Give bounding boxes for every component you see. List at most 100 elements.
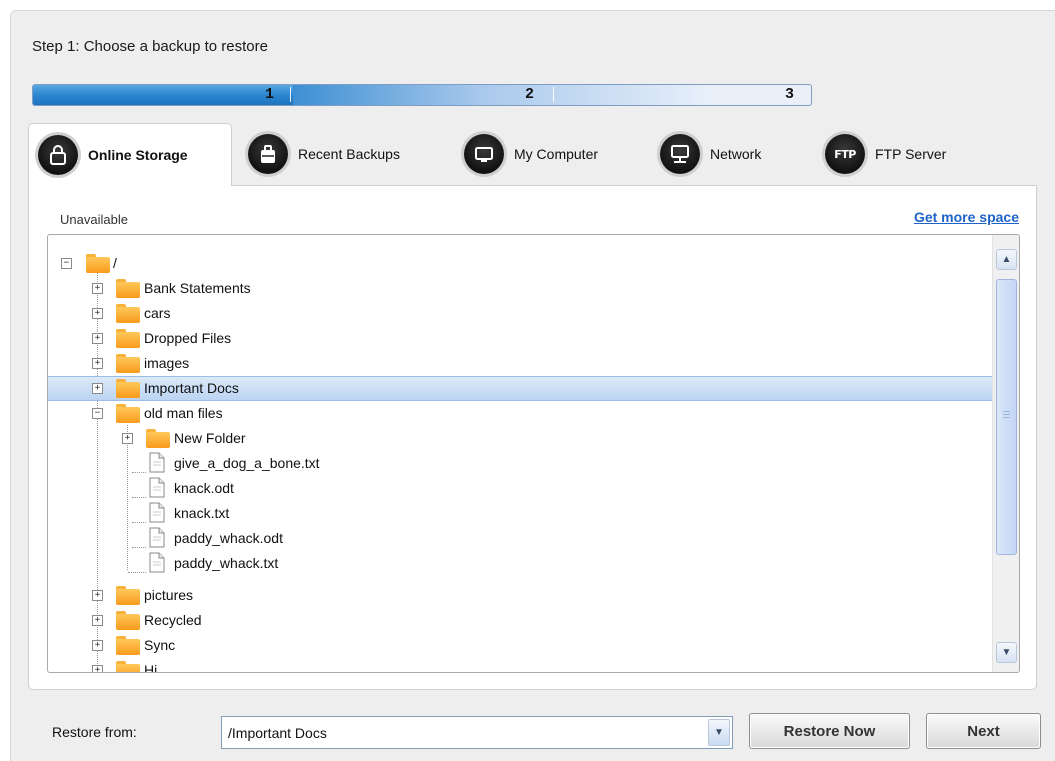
tab-my-computer[interactable]: My Computer [464,123,598,185]
tree-item-label: Important Docs [144,380,239,396]
restore-from-select[interactable]: /Important Docs ▼ [221,716,733,749]
tab-label: FTP Server [875,146,947,162]
folder-tree-viewport: − / + Bank Statements + cars + Dropped F… [48,235,993,672]
scrollbar-thumb[interactable] [996,279,1017,555]
tree-item-label: Recycled [144,612,202,628]
expand-icon[interactable]: + [92,383,103,394]
tree-root[interactable]: − / [48,251,993,276]
folder-icon [116,302,140,323]
expand-icon[interactable]: + [92,358,103,369]
step-title: Step 1: Choose a backup to restore [32,38,268,55]
folder-icon [116,609,140,630]
tree-item-label: pictures [144,587,194,603]
folder-icon [116,584,140,605]
progress-fill [33,85,293,105]
collapse-icon[interactable]: − [61,258,72,269]
step-2-number: 2 [525,86,535,103]
tree-item-recycled[interactable]: + Recycled [48,608,993,633]
tree-item-new-folder[interactable]: + New Folder [48,426,993,451]
tree-item-dropped-files[interactable]: + Dropped Files [48,326,993,351]
tree-item-important-docs[interactable]: + Important Docs [48,376,993,401]
expand-icon[interactable]: + [122,433,133,444]
tab-online-storage[interactable]: Online Storage [28,123,232,186]
scroll-up-icon[interactable]: ▲ [996,249,1017,270]
tree-item-pictures[interactable]: + pictures [48,583,993,608]
folder-icon [116,377,140,398]
tree-item-label: give_a_dog_a_bone.txt [174,455,320,471]
lock-icon [38,135,78,175]
source-tabs: Online Storage Recent Backups My Compute… [28,123,1028,186]
expand-icon[interactable]: + [92,665,103,672]
tree-item-file[interactable]: paddy_whack.odt [48,526,993,551]
tab-network[interactable]: Network [660,123,761,185]
network-monitor-icon [660,134,700,174]
tree-item-cars[interactable]: + cars [48,301,993,326]
expand-icon[interactable]: + [92,615,103,626]
storage-status: Unavailable [60,212,128,227]
folder-icon [116,634,140,655]
tree-item-label: paddy_whack.txt [174,555,279,571]
tree-item-label: paddy_whack.odt [174,530,283,546]
tree-item-old-man-files[interactable]: − old man files [48,401,993,426]
briefcase-icon [248,134,288,174]
tree-item-label: old man files [144,405,223,421]
step-separator [290,87,291,102]
folder-icon [86,252,110,273]
tree-item-label: Bank Statements [144,280,251,296]
monitor-icon [464,134,504,174]
folder-icon [116,402,140,423]
tree-item-images[interactable]: + images [48,351,993,376]
expand-icon[interactable]: + [92,590,103,601]
step-3-number: 3 [785,86,795,103]
document-icon [149,477,165,498]
expand-icon[interactable]: + [92,308,103,319]
tab-recent-backups[interactable]: Recent Backups [248,123,400,185]
restore-now-button[interactable]: Restore Now [749,713,910,749]
expand-icon[interactable]: + [92,640,103,651]
next-button[interactable]: Next [926,713,1041,749]
tab-label: Online Storage [88,147,188,163]
tab-ftp-server[interactable]: FTP FTP Server [825,123,946,185]
tree-item-bank-statements[interactable]: + Bank Statements [48,276,993,301]
folder-icon [116,277,140,298]
tree-item-label: New Folder [174,430,246,446]
folder-icon [116,659,140,672]
folder-icon [146,427,170,448]
tree-item-label: cars [144,305,171,321]
step-1-number: 1 [265,86,275,103]
folder-icon [116,352,140,373]
document-icon [149,552,165,573]
tree-item-label: Hi... [144,662,169,672]
document-icon [149,452,165,473]
collapse-icon[interactable]: − [92,408,103,419]
tree-item-label: Dropped Files [144,330,232,346]
step-progress-bar: 1 2 3 [32,84,812,106]
vertical-scrollbar[interactable]: ▲ ▼ [992,235,1019,672]
tree-item-file[interactable]: knack.txt [48,501,993,526]
ftp-icon-text: FTP [834,147,856,161]
document-icon [149,502,165,523]
tree-item-file[interactable]: knack.odt [48,476,993,501]
tree-item-label: / [113,255,117,271]
chevron-down-icon[interactable]: ▼ [708,719,730,746]
tab-label: My Computer [514,146,599,162]
scroll-down-icon[interactable]: ▼ [996,642,1017,663]
document-icon [149,527,165,548]
tree-item-label: images [144,355,190,371]
tab-label: Recent Backups [298,146,400,162]
progress-fade [293,85,713,105]
ftp-icon: FTP [825,134,865,174]
folder-icon [116,327,140,348]
tree-item-label: knack.txt [174,505,230,521]
tree-item-file[interactable]: give_a_dog_a_bone.txt [48,451,993,476]
tree-item-file[interactable]: paddy_whack.txt [48,551,993,576]
tree-item-partial[interactable]: + Hi... [48,658,993,672]
get-more-space-link[interactable]: Get more space [914,209,1019,225]
restore-from-value: /Important Docs [228,725,327,741]
restore-from-label: Restore from: [52,724,137,740]
tree-item-label: knack.odt [174,480,234,496]
expand-icon[interactable]: + [92,333,103,344]
expand-icon[interactable]: + [92,283,103,294]
folder-tree[interactable]: − / + Bank Statements + cars + Dropped F… [47,234,1020,673]
tree-item-sync[interactable]: + Sync [48,633,993,658]
